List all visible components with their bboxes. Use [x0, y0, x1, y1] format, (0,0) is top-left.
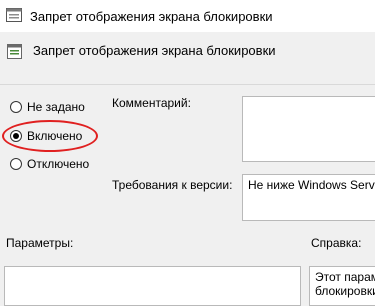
radio-not-configured[interactable]: Не задано: [10, 98, 85, 116]
policy-app-icon: [6, 8, 22, 22]
radio-button-selected[interactable]: [10, 130, 22, 142]
radio-label: Не задано: [27, 100, 85, 114]
window-title: Запрет отображения экрана блокировки: [30, 9, 273, 24]
comment-textarea[interactable]: [242, 96, 375, 162]
radio-label: Включено: [27, 129, 83, 143]
help-line: Этот парам: [315, 270, 375, 284]
parameters-pane[interactable]: [4, 266, 301, 306]
radio-button[interactable]: [10, 158, 22, 170]
setting-icon: [7, 44, 22, 59]
radio-label: Отключено: [27, 157, 90, 171]
help-line: блокировки: [315, 284, 375, 298]
radio-enabled[interactable]: Включено: [10, 127, 82, 145]
requirements-field: Не ниже Windows Server: [242, 174, 375, 221]
comment-label: Комментарий:: [112, 96, 191, 110]
help-label: Справка:: [311, 236, 362, 250]
policy-heading: Запрет отображения экрана блокировки: [33, 43, 276, 58]
requirements-label: Требования к версии:: [112, 178, 233, 192]
title-bar: Запрет отображения экрана блокировки: [0, 0, 375, 32]
divider: [0, 84, 375, 85]
radio-button[interactable]: [10, 101, 22, 113]
parameters-label: Параметры:: [6, 236, 74, 250]
radio-disabled[interactable]: Отключено: [10, 155, 89, 173]
help-pane[interactable]: Этот парам блокировки: [309, 266, 375, 306]
